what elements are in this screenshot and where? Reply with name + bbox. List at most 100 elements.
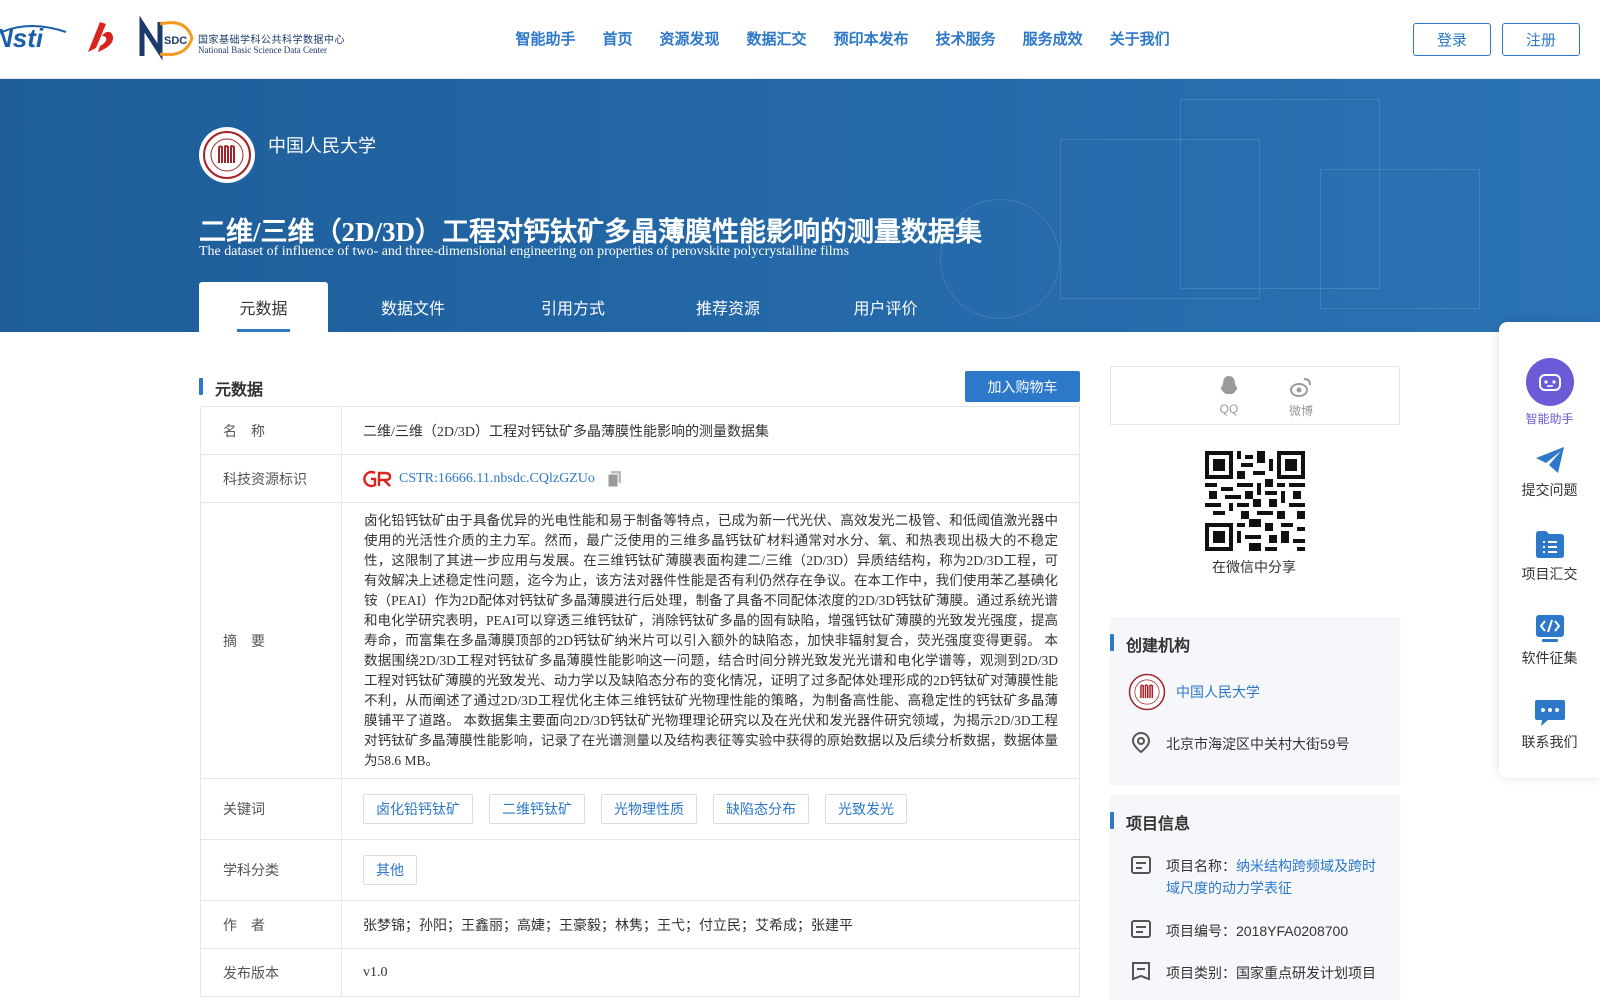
weibo-icon: [1290, 378, 1311, 397]
table-row: 摘 要 卤化铅钙钛矿由于具备优异的光电性能和易于制备等特点，已成为新一代光伏、高…: [201, 503, 1080, 779]
dataset-english-title: The dataset of influence of two- and thr…: [199, 244, 850, 259]
institution-name[interactable]: 中国人民大学: [268, 132, 376, 158]
creator-name-link[interactable]: 中国人民大学: [1176, 682, 1260, 702]
project-number-icon: [1131, 920, 1151, 938]
paper-plane-icon: [1535, 447, 1564, 473]
float-software-collection[interactable]: 软件征集: [1499, 612, 1600, 668]
robot-icon: [1525, 358, 1574, 406]
keyword-tag[interactable]: 光物理性质: [601, 794, 697, 824]
share-qq[interactable]: QQ: [1209, 375, 1249, 416]
float-submit-question[interactable]: 提交问题: [1499, 444, 1600, 500]
copy-icon[interactable]: [607, 470, 623, 488]
subject-tag[interactable]: 其他: [363, 855, 417, 885]
cstr-icon: [363, 470, 392, 487]
creator-panel: 创建机构 中国人民大学 北京市海淀区中关村大街59号: [1110, 617, 1400, 785]
float-contact-us[interactable]: 联系我们: [1499, 696, 1600, 752]
nsdc-name-en: National Basic Science Data Center: [198, 45, 327, 55]
nav-ai-assistant[interactable]: 智能助手: [502, 28, 589, 49]
creator-heading: 创建机构: [1110, 632, 1190, 656]
float-project-submission[interactable]: 项目汇交: [1499, 528, 1600, 584]
abstract-label: 摘 要: [201, 503, 342, 778]
creator-logo: [1128, 673, 1166, 711]
cstr-link[interactable]: CSTR:16666.11.nbsdc.CQlzGZUo: [399, 471, 595, 487]
tab-user-reviews[interactable]: 用户评价: [808, 282, 963, 332]
nsdc-name-cn: 国家基础学科公共科学数据中心: [198, 35, 345, 46]
authors-label: 作 者: [201, 901, 342, 948]
share-weibo-label: 微博: [1288, 404, 1313, 418]
project-panel: 项目信息 项目名称：纳米结构跨频域及跨时域尺度的动力学表征 项目编号：2018Y…: [1110, 795, 1400, 1000]
nav-resource-discovery[interactable]: 资源发现: [646, 28, 733, 49]
project-name-link-line2[interactable]: 域尺度的动力学表征: [1166, 880, 1292, 896]
table-row: 发布版本 v1.0: [201, 949, 1080, 997]
version-label: 发布版本: [201, 949, 342, 996]
project-name: 项目名称：纳米结构跨频域及跨时域尺度的动力学表征: [1166, 855, 1384, 899]
metadata-heading: 元数据: [199, 376, 263, 400]
nav-home[interactable]: 首页: [589, 28, 646, 49]
float-contact-label: 联系我们: [1521, 734, 1578, 750]
table-row: 名 称 二维/三维（2D/3D）工程对钙钛矿多晶薄膜性能影响的测量数据集: [201, 407, 1080, 455]
nav-tech-services[interactable]: 技术服务: [922, 28, 1009, 49]
cstr-cell: CSTR:16666.11.nbsdc.CQlzGZUo: [342, 455, 1080, 502]
tab-citation[interactable]: 引用方式: [498, 282, 648, 332]
main-nav: 智能助手 首页 资源发现 数据汇交 预印本发布 技术服务 服务成效 关于我们: [502, 28, 1183, 49]
code-icon: [1535, 615, 1564, 642]
project-category: 项目类别：国家重点研发计划项目: [1166, 965, 1376, 981]
name-label: 名 称: [201, 407, 342, 454]
project-name-icon: [1131, 856, 1151, 874]
wechat-share-label: 在微信中分享: [1212, 559, 1296, 575]
subject-cell: 其他: [342, 840, 1080, 900]
keyword-tag[interactable]: 二维钙钛矿: [489, 794, 585, 824]
nav-data-submission[interactable]: 数据汇交: [733, 28, 820, 49]
add-to-cart-button[interactable]: 加入购物车: [965, 371, 1080, 402]
abstract-value: 卤化铅钙钛矿由于具备优异的光电性能和易于制备等特点，已成为新一代光伏、高效发光二…: [342, 503, 1080, 778]
location-pin-icon: [1131, 731, 1151, 753]
project-name-label: 项目名称：: [1166, 858, 1236, 874]
table-row: 学科分类 其他: [201, 840, 1080, 901]
project-category-icon: [1132, 962, 1150, 981]
float-project-label: 项目汇交: [1521, 566, 1578, 582]
share-weibo[interactable]: 微博: [1281, 375, 1321, 419]
keyword-tag[interactable]: 缺陷态分布: [713, 794, 809, 824]
dataset-tabs: 元数据 数据文件 引用方式 推荐资源 用户评价: [199, 282, 963, 332]
float-ai-label: 智能助手: [1525, 412, 1574, 426]
subject-label: 学科分类: [201, 840, 342, 900]
nsdc-mark-text: SDC: [164, 35, 187, 47]
metadata-table: 名 称 二维/三维（2D/3D）工程对钙钛矿多晶薄膜性能影响的测量数据集 科技资…: [200, 406, 1080, 997]
register-button[interactable]: 注册: [1502, 23, 1580, 56]
qq-icon: [1220, 376, 1238, 394]
login-button[interactable]: 登录: [1413, 23, 1491, 56]
project-number: 项目编号：2018YFA0208700: [1166, 923, 1349, 939]
institution-logo: [199, 127, 255, 183]
keyword-tag[interactable]: 卤化铅钙钛矿: [363, 794, 473, 824]
table-row: 作 者 张梦锦；孙阳；王鑫丽；高婕；王豪毅；林隽；王弋；付立民；艾希成；张建平: [201, 901, 1080, 949]
version-value: v1.0: [342, 949, 1080, 996]
authors-value: 张梦锦；孙阳；王鑫丽；高婕；王豪毅；林隽；王弋；付立民；艾希成；张建平: [342, 901, 1080, 948]
float-software-label: 软件征集: [1521, 650, 1578, 666]
banner-decoration: [1320, 169, 1480, 309]
nav-service-results[interactable]: 服务成效: [1009, 28, 1096, 49]
nav-about[interactable]: 关于我们: [1096, 28, 1183, 49]
share-qq-label: QQ: [1219, 402, 1239, 416]
wechat-qr-code: [1205, 451, 1305, 551]
keyword-tag[interactable]: 光致发光: [825, 794, 907, 824]
tab-recommended[interactable]: 推荐资源: [648, 282, 808, 332]
name-value: 二维/三维（2D/3D）工程对钙钛矿多晶薄膜性能影响的测量数据集: [342, 407, 1080, 454]
tab-data-files[interactable]: 数据文件: [328, 282, 498, 332]
tab-metadata[interactable]: 元数据: [199, 282, 328, 332]
nsti-logo[interactable]: Nsti: [0, 22, 68, 56]
table-row: 科技资源标识 CSTR:16666.11.nbsdc.CQlzGZUo: [201, 455, 1080, 503]
top-header: Nsti SDC 国家基础学科公共科学数据中心 National Basic S…: [0, 0, 1600, 79]
project-heading: 项目信息: [1110, 810, 1190, 834]
cstr-label: 科技资源标识: [201, 455, 342, 502]
table-row: 关键词 卤化铅钙钛矿 二维钙钛矿 光物理性质 缺陷态分布 光致发光: [201, 779, 1080, 840]
floating-toolbar: 智能助手 提交问题 项目汇交 软件征集 联系我们: [1499, 322, 1600, 778]
share-box: QQ 微博: [1110, 366, 1400, 425]
nsdc-logo[interactable]: SDC 国家基础学科公共科学数据中心 National Basic Scienc…: [136, 16, 348, 62]
nav-preprint[interactable]: 预印本发布: [820, 28, 922, 49]
red-emblem-logo[interactable]: [82, 18, 120, 58]
keywords-cell: 卤化铅钙钛矿 二维钙钛矿 光物理性质 缺陷态分布 光致发光: [342, 779, 1080, 839]
chat-bubble-icon: [1534, 700, 1565, 726]
project-name-link-line1[interactable]: 纳米结构跨频域及跨时: [1236, 858, 1376, 874]
folder-list-icon: [1535, 531, 1564, 558]
float-ai-assistant[interactable]: 智能助手: [1499, 358, 1600, 427]
